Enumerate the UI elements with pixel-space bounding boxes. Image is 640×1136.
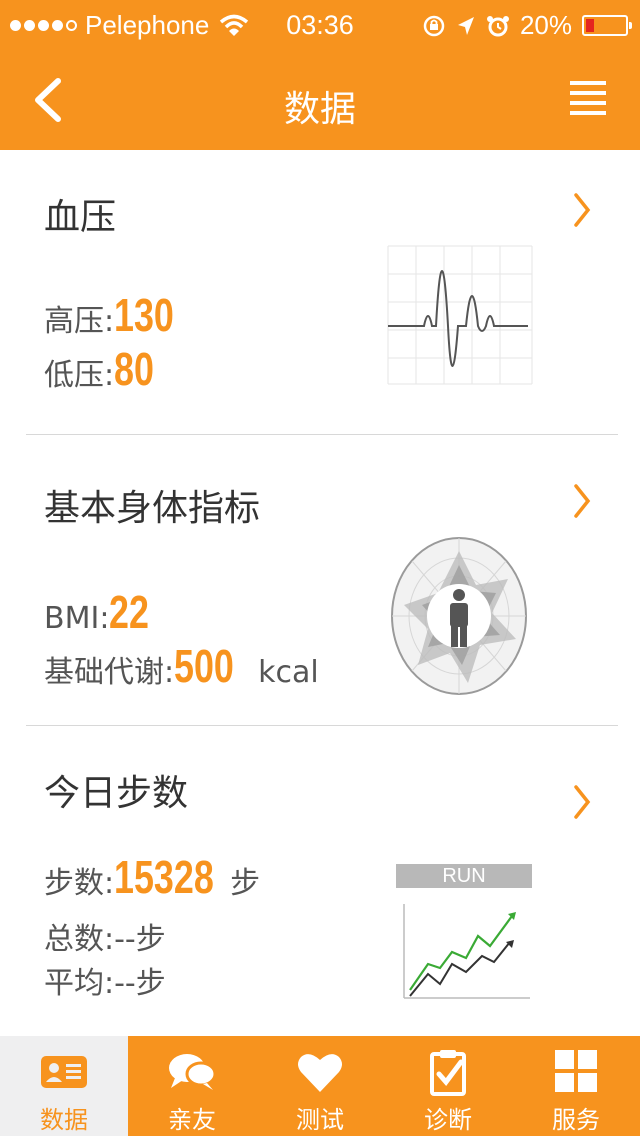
rotation-lock-icon xyxy=(423,15,445,36)
tab-label: 测试 xyxy=(296,1106,344,1134)
body-index-title: 基本身体指标 xyxy=(44,488,261,529)
status-bar: Pelephone 03:36 20% xyxy=(0,0,640,50)
tab-bar: 数据 亲友 测试 诊断 服务 xyxy=(0,1036,640,1136)
location-icon xyxy=(457,16,474,35)
body-radar-icon xyxy=(391,537,527,695)
step-trend-icon xyxy=(403,904,530,999)
tab-test[interactable]: 测试 xyxy=(256,1036,384,1136)
tab-label: 亲友 xyxy=(168,1106,216,1134)
chevron-right-icon xyxy=(574,785,591,819)
steps-value: 15328 xyxy=(114,851,214,903)
heartbeat-graph-icon xyxy=(387,245,533,385)
menu-button[interactable] xyxy=(568,78,618,122)
steps-label: 步数: xyxy=(44,866,115,901)
heart-icon xyxy=(298,1054,342,1092)
page-title: 数据 xyxy=(283,89,356,130)
tab-services[interactable]: 服务 xyxy=(512,1036,640,1136)
average-value: -- xyxy=(114,966,136,1001)
high-pressure-row: 高压: 130 xyxy=(44,288,191,342)
navigation-bar: 数据 xyxy=(0,50,640,150)
average-unit: 步 xyxy=(135,966,166,1001)
steps-title: 今日步数 xyxy=(44,773,189,814)
chevron-right-icon xyxy=(574,193,591,227)
bmi-label: BMI: xyxy=(44,601,110,636)
bmi-row: BMI: 22 xyxy=(44,585,161,639)
total-row: 总数: -- 步 xyxy=(44,914,166,958)
metabolism-label: 基础代谢: xyxy=(44,655,175,690)
tab-label: 服务 xyxy=(552,1106,600,1134)
blood-pressure-title: 血压 xyxy=(44,197,117,238)
metabolism-value: 500 xyxy=(174,640,234,692)
tab-label: 诊断 xyxy=(424,1106,472,1134)
average-label: 平均: xyxy=(44,966,115,1001)
run-badge: RUN xyxy=(396,864,532,888)
metabolism-row: 基础代谢: 500 kcal xyxy=(44,639,319,693)
alarm-icon xyxy=(486,15,509,36)
blood-pressure-card[interactable]: 血压 高压: 130 低压: 80 xyxy=(0,150,640,434)
tab-diagnosis[interactable]: 诊断 xyxy=(384,1036,512,1136)
grid-icon xyxy=(555,1050,597,1092)
chat-bubbles-icon xyxy=(169,1054,217,1090)
total-unit: 步 xyxy=(135,922,166,957)
tab-data[interactable]: 数据 xyxy=(0,1036,128,1136)
low-pressure-value: 80 xyxy=(114,343,155,395)
metabolism-unit: kcal xyxy=(258,655,319,690)
tab-friends[interactable]: 亲友 xyxy=(128,1036,256,1136)
tab-label: 数据 xyxy=(40,1106,88,1134)
body-index-card[interactable]: 基本身体指标 BMI: 22 基础代谢: 500 kcal xyxy=(0,435,640,725)
id-card-icon xyxy=(41,1056,87,1088)
battery-icon xyxy=(582,15,632,36)
high-pressure-label: 高压: xyxy=(44,304,115,339)
clipboard-check-icon xyxy=(430,1050,466,1096)
total-label: 总数: xyxy=(44,922,115,957)
chevron-right-icon xyxy=(574,484,591,518)
hamburger-icon xyxy=(570,81,606,115)
battery-percent: 20% xyxy=(519,10,572,40)
steps-row: 步数: 15328 步 xyxy=(44,850,260,904)
steps-unit: 步 xyxy=(230,866,261,901)
total-value: -- xyxy=(114,922,136,957)
high-pressure-value: 130 xyxy=(114,289,174,341)
battery-level-fill xyxy=(586,19,594,32)
low-pressure-row: 低压: 80 xyxy=(44,342,165,396)
low-pressure-label: 低压: xyxy=(44,358,115,393)
bmi-value: 22 xyxy=(109,586,150,638)
average-row: 平均: -- 步 xyxy=(44,958,166,1002)
steps-card[interactable]: 今日步数 步数: 15328 步 总数: -- 步 平均: -- 步 RUN xyxy=(0,726,640,1036)
status-right: 20% xyxy=(422,10,632,41)
